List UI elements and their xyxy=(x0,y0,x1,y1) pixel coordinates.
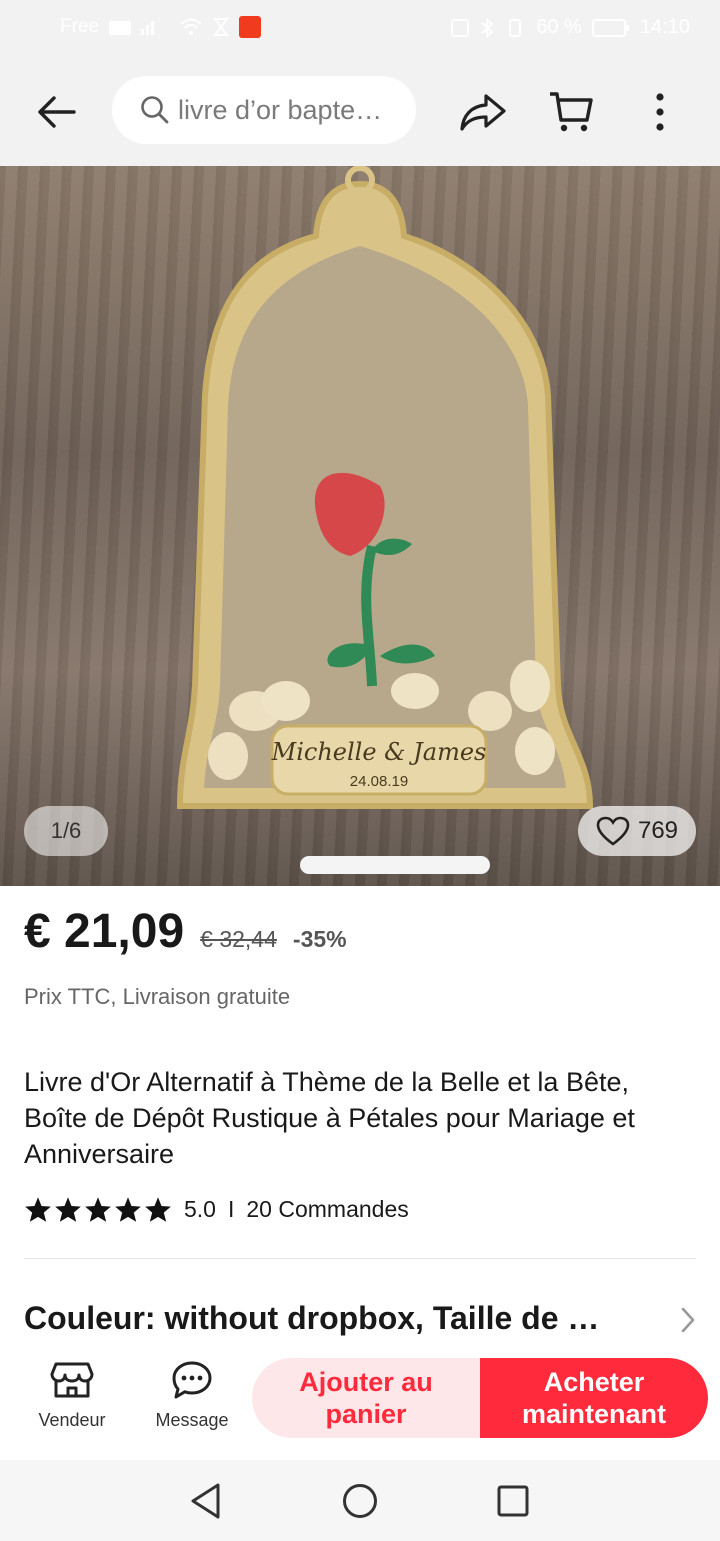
heart-icon xyxy=(596,816,630,846)
wifi-icon xyxy=(180,18,202,35)
star-icon xyxy=(115,1197,141,1222)
app-notification-icon xyxy=(239,16,262,38)
more-button[interactable] xyxy=(640,86,680,138)
star-icon xyxy=(85,1197,111,1222)
star-icon xyxy=(25,1197,51,1222)
search-icon xyxy=(141,96,169,124)
plaque-names: Michelle & James xyxy=(271,738,487,766)
nav-back-icon[interactable] xyxy=(188,1482,224,1520)
add-to-cart-label: Ajouter au panier xyxy=(299,1367,433,1429)
rating-row[interactable]: 5.0 I 20 Commandes xyxy=(24,1196,409,1223)
cart-button[interactable] xyxy=(544,84,598,138)
divider xyxy=(24,1258,696,1259)
nav-home-icon[interactable] xyxy=(341,1482,379,1520)
message-icon xyxy=(172,1361,212,1399)
message-label: Message xyxy=(155,1410,229,1430)
cart-icon xyxy=(550,92,593,132)
add-to-cart-button[interactable]: Ajouter au panier xyxy=(252,1358,480,1438)
nav-recents-icon[interactable] xyxy=(496,1484,530,1518)
variant-selector[interactable]: Couleur: without dropbox, Taille de … xyxy=(24,1300,672,1337)
status-left: Free xyxy=(60,16,262,38)
discount-badge: -35% xyxy=(292,926,347,952)
share-icon xyxy=(460,94,506,131)
rating-stars xyxy=(24,1196,172,1223)
status-right: 60 % 14:10 xyxy=(450,16,690,39)
store-button[interactable]: Vendeur xyxy=(27,1360,117,1431)
star-icon xyxy=(55,1197,81,1222)
carrier-label: Free xyxy=(60,16,100,37)
buy-now-label: Acheter maintenant xyxy=(521,1367,667,1429)
chevron-right-icon[interactable] xyxy=(680,1306,696,1334)
product-photo: Michelle & James 24.08.19 xyxy=(176,166,594,874)
tax-shipping-note: Prix TTC, Livraison gratuite xyxy=(24,984,291,1009)
wishlist-button[interactable]: 769 xyxy=(578,806,696,856)
status-bar: Free 60 % 14:10 xyxy=(0,0,720,56)
current-price: € 21,09 xyxy=(24,905,185,958)
hourglass-icon xyxy=(213,18,230,36)
image-pager: 1/6 xyxy=(24,806,108,856)
likes-count: 769 xyxy=(637,817,679,844)
orders-count: 20 Commandes xyxy=(246,1196,409,1222)
battery-icon xyxy=(591,18,629,37)
product-image-carousel[interactable]: Michelle & James 24.08.19 1/6 769 xyxy=(0,166,720,886)
top-bar: livre d’or bapte… xyxy=(0,56,720,166)
action-bar: Vendeur Message Ajouter au panier Achete… xyxy=(0,1344,720,1460)
star-icon xyxy=(145,1197,171,1222)
vibrate-icon xyxy=(509,18,522,37)
search-bar[interactable]: livre d’or bapte… xyxy=(112,76,416,144)
signal-icon xyxy=(109,21,155,35)
bluetooth-icon xyxy=(481,17,494,38)
original-price: € 32,44 xyxy=(200,926,277,952)
battery-percent: 60 % xyxy=(536,16,582,38)
search-query: livre d’or bapte… xyxy=(178,94,383,125)
nfc-icon xyxy=(451,18,470,37)
system-nav-bar xyxy=(0,1460,720,1541)
plaque-date: 24.08.19 xyxy=(350,773,408,790)
more-vertical-icon xyxy=(656,93,664,131)
clock: 14:10 xyxy=(639,16,690,38)
buy-now-button[interactable]: Acheter maintenant xyxy=(480,1358,708,1438)
store-label: Vendeur xyxy=(38,1410,106,1430)
share-button[interactable] xyxy=(456,86,510,138)
back-arrow-icon xyxy=(38,96,76,128)
back-button[interactable] xyxy=(30,86,82,138)
rating-value: 5.0 xyxy=(184,1196,216,1222)
price-row: € 21,09 € 32,44 -35% xyxy=(24,904,347,959)
product-title: Livre d'Or Alternatif à Thème de la Bell… xyxy=(24,1067,635,1169)
store-icon xyxy=(50,1362,94,1398)
rating-separator: I xyxy=(227,1196,235,1222)
message-button[interactable]: Message xyxy=(147,1360,237,1431)
